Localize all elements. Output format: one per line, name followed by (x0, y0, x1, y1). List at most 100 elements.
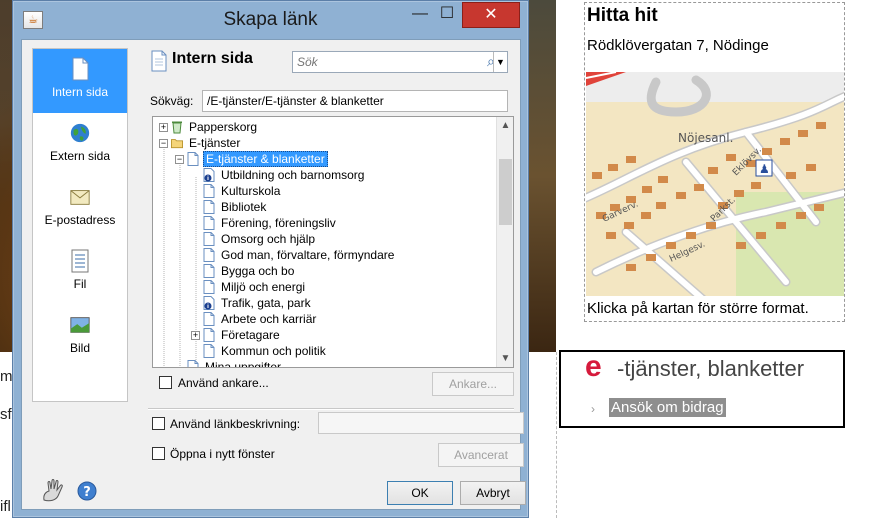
use-link-description-checkbox[interactable] (152, 417, 165, 430)
svg-text:?: ? (83, 485, 91, 500)
tree-item[interactable]: + Företagare (191, 327, 282, 343)
page-title: Intern sida (172, 50, 253, 67)
minimize-button[interactable]: — (407, 2, 433, 28)
nav-label: E-postadress (44, 213, 116, 227)
separator (148, 408, 514, 410)
page-icon (203, 215, 219, 231)
use-link-description-label: Använd länkbeskrivning: (170, 417, 301, 431)
maximize-button[interactable]: ☐ (433, 2, 461, 28)
title-bar[interactable]: ☕ Skapa länk — ☐ ✕ (13, 1, 528, 39)
page-icon (203, 231, 219, 247)
street-label: Nöjesanl. (678, 131, 733, 145)
tree-item[interactable]: Mina uppgifter (175, 359, 283, 368)
eservices-box: e -tjänster, blanketter › Ansök om bidra… (559, 350, 845, 428)
tree-scrollbar[interactable]: ▲ ▼ (496, 117, 513, 367)
background-text-fragment: ifl (0, 498, 11, 515)
open-new-window-checkbox[interactable] (152, 447, 165, 460)
hand-icon[interactable] (40, 478, 66, 504)
tree-item[interactable]: Miljö och energi (191, 279, 307, 295)
tree-item-label: Kulturskola (221, 184, 281, 198)
page-tree[interactable]: + Papperskorg − E-tjänster − E-tjänster & bla… (152, 116, 514, 368)
page-icon (187, 151, 203, 167)
advanced-button[interactable]: Avancerat (438, 443, 524, 467)
tree-item[interactable]: Kulturskola (191, 183, 282, 199)
page-icon (203, 183, 219, 199)
tree-item[interactable]: + Papperskorg (159, 119, 259, 135)
page-icon (203, 311, 219, 327)
map-caption: Klicka på kartan för större format. (587, 300, 809, 317)
close-button[interactable]: ✕ (462, 2, 520, 28)
tree-item[interactable]: Utbildning och barnomsorg (191, 167, 366, 183)
tree-item[interactable]: Bygga och bo (191, 263, 296, 279)
scroll-down-arrow-icon[interactable]: ▼ (497, 350, 513, 367)
link-type-nav: Intern sida Extern sida E-postadress Fil… (32, 48, 128, 402)
cancel-button[interactable]: Avbryt (460, 481, 526, 505)
tree-item[interactable]: God man, förvaltare, förmyndare (191, 247, 396, 263)
tree-item-label: Bygga och bo (221, 264, 295, 278)
tree-item-label: Utbildning och barnomsorg (221, 168, 365, 182)
nav-label: Intern sida (51, 85, 109, 99)
tree-item-label: Omsorg och hjälp (221, 232, 316, 246)
tree-item[interactable]: Kommun och politik (191, 343, 328, 359)
expand-icon[interactable]: + (191, 331, 200, 340)
chevron-down-icon[interactable]: ▼ (493, 52, 507, 72)
expand-icon[interactable]: + (159, 123, 168, 132)
tree-item-label: God man, förvaltare, förmyndare (221, 248, 395, 262)
tree-item-label: Papperskorg (189, 120, 258, 134)
nav-item-internal-page[interactable]: Intern sida (33, 49, 127, 113)
scroll-thumb[interactable] (499, 159, 512, 225)
search-input[interactable] (293, 52, 479, 72)
find-us-address: Rödklövergatan 7, Nödinge (587, 37, 769, 54)
tree-item[interactable]: − E-tjänster & blanketter (175, 151, 328, 167)
map-image[interactable]: ♟ Nöjesanl. Garverv. Eklövsv. Parkst. Helges… (586, 72, 844, 296)
page-icon (203, 343, 219, 359)
nav-label: Fil (73, 277, 87, 291)
collapse-icon[interactable]: − (159, 139, 168, 148)
tree-item-label: Bibliotek (221, 200, 267, 214)
nav-item-email[interactable]: E-postadress (33, 177, 127, 241)
page-icon (203, 247, 219, 263)
page-icon (151, 50, 167, 72)
use-anchor-checkbox[interactable] (159, 376, 172, 389)
page-icon (72, 57, 89, 81)
open-new-window-label: Öppna i nytt fönster (170, 447, 275, 461)
tree-item-label: Mina uppgifter (205, 360, 282, 368)
tree-item-label: Miljö och energi (221, 280, 306, 294)
apply-grant-link[interactable]: Ansök om bidrag (609, 398, 726, 417)
page-icon (187, 359, 203, 367)
tree-item[interactable]: − E-tjänster (159, 135, 242, 151)
find-us-title: Hitta hit (587, 5, 658, 26)
nav-item-file[interactable]: Fil (33, 241, 127, 305)
dialog-body: Intern sida Extern sida E-postadress Fil… (21, 39, 526, 510)
path-field[interactable]: /E-tjänster/E-tjänster & blanketter (202, 90, 508, 112)
tree-item-label: E-tjänster & blanketter (203, 151, 328, 167)
page-icon (203, 263, 219, 279)
tree-item[interactable]: Arbete och karriär (191, 311, 318, 327)
scroll-up-arrow-icon[interactable]: ▲ (497, 117, 513, 134)
tree-item[interactable]: Trafik, gata, park (191, 295, 313, 311)
nav-item-image[interactable]: Bild (33, 305, 127, 369)
tree-item-label: E-tjänster (189, 136, 241, 150)
nav-label: Bild (69, 341, 90, 355)
help-icon[interactable]: ? (77, 481, 97, 501)
recycle-bin-icon (171, 119, 187, 135)
page-icon (203, 327, 219, 343)
link-description-field[interactable] (318, 412, 524, 434)
nav-label: Extern sida (49, 149, 111, 163)
tree-item[interactable]: Förening, föreningsliv (191, 215, 338, 231)
tree-item[interactable]: Bibliotek (191, 199, 268, 215)
folder-icon (171, 135, 187, 151)
collapse-icon[interactable]: − (175, 155, 184, 164)
ok-button[interactable]: OK (387, 481, 453, 505)
nav-item-external-page[interactable]: Extern sida (33, 113, 127, 177)
file-icon (71, 249, 89, 273)
eservices-title: -tjänster, blanketter (617, 356, 805, 381)
path-label: Sökväg: (150, 94, 194, 108)
svg-text:♟: ♟ (759, 162, 770, 176)
image-icon (70, 317, 90, 333)
anchor-button[interactable]: Ankare... (432, 372, 514, 396)
divider (556, 352, 557, 518)
envelope-icon (70, 190, 90, 205)
tree-item[interactable]: Omsorg och hjälp (191, 231, 317, 247)
background-text-fragment: m (0, 368, 13, 385)
